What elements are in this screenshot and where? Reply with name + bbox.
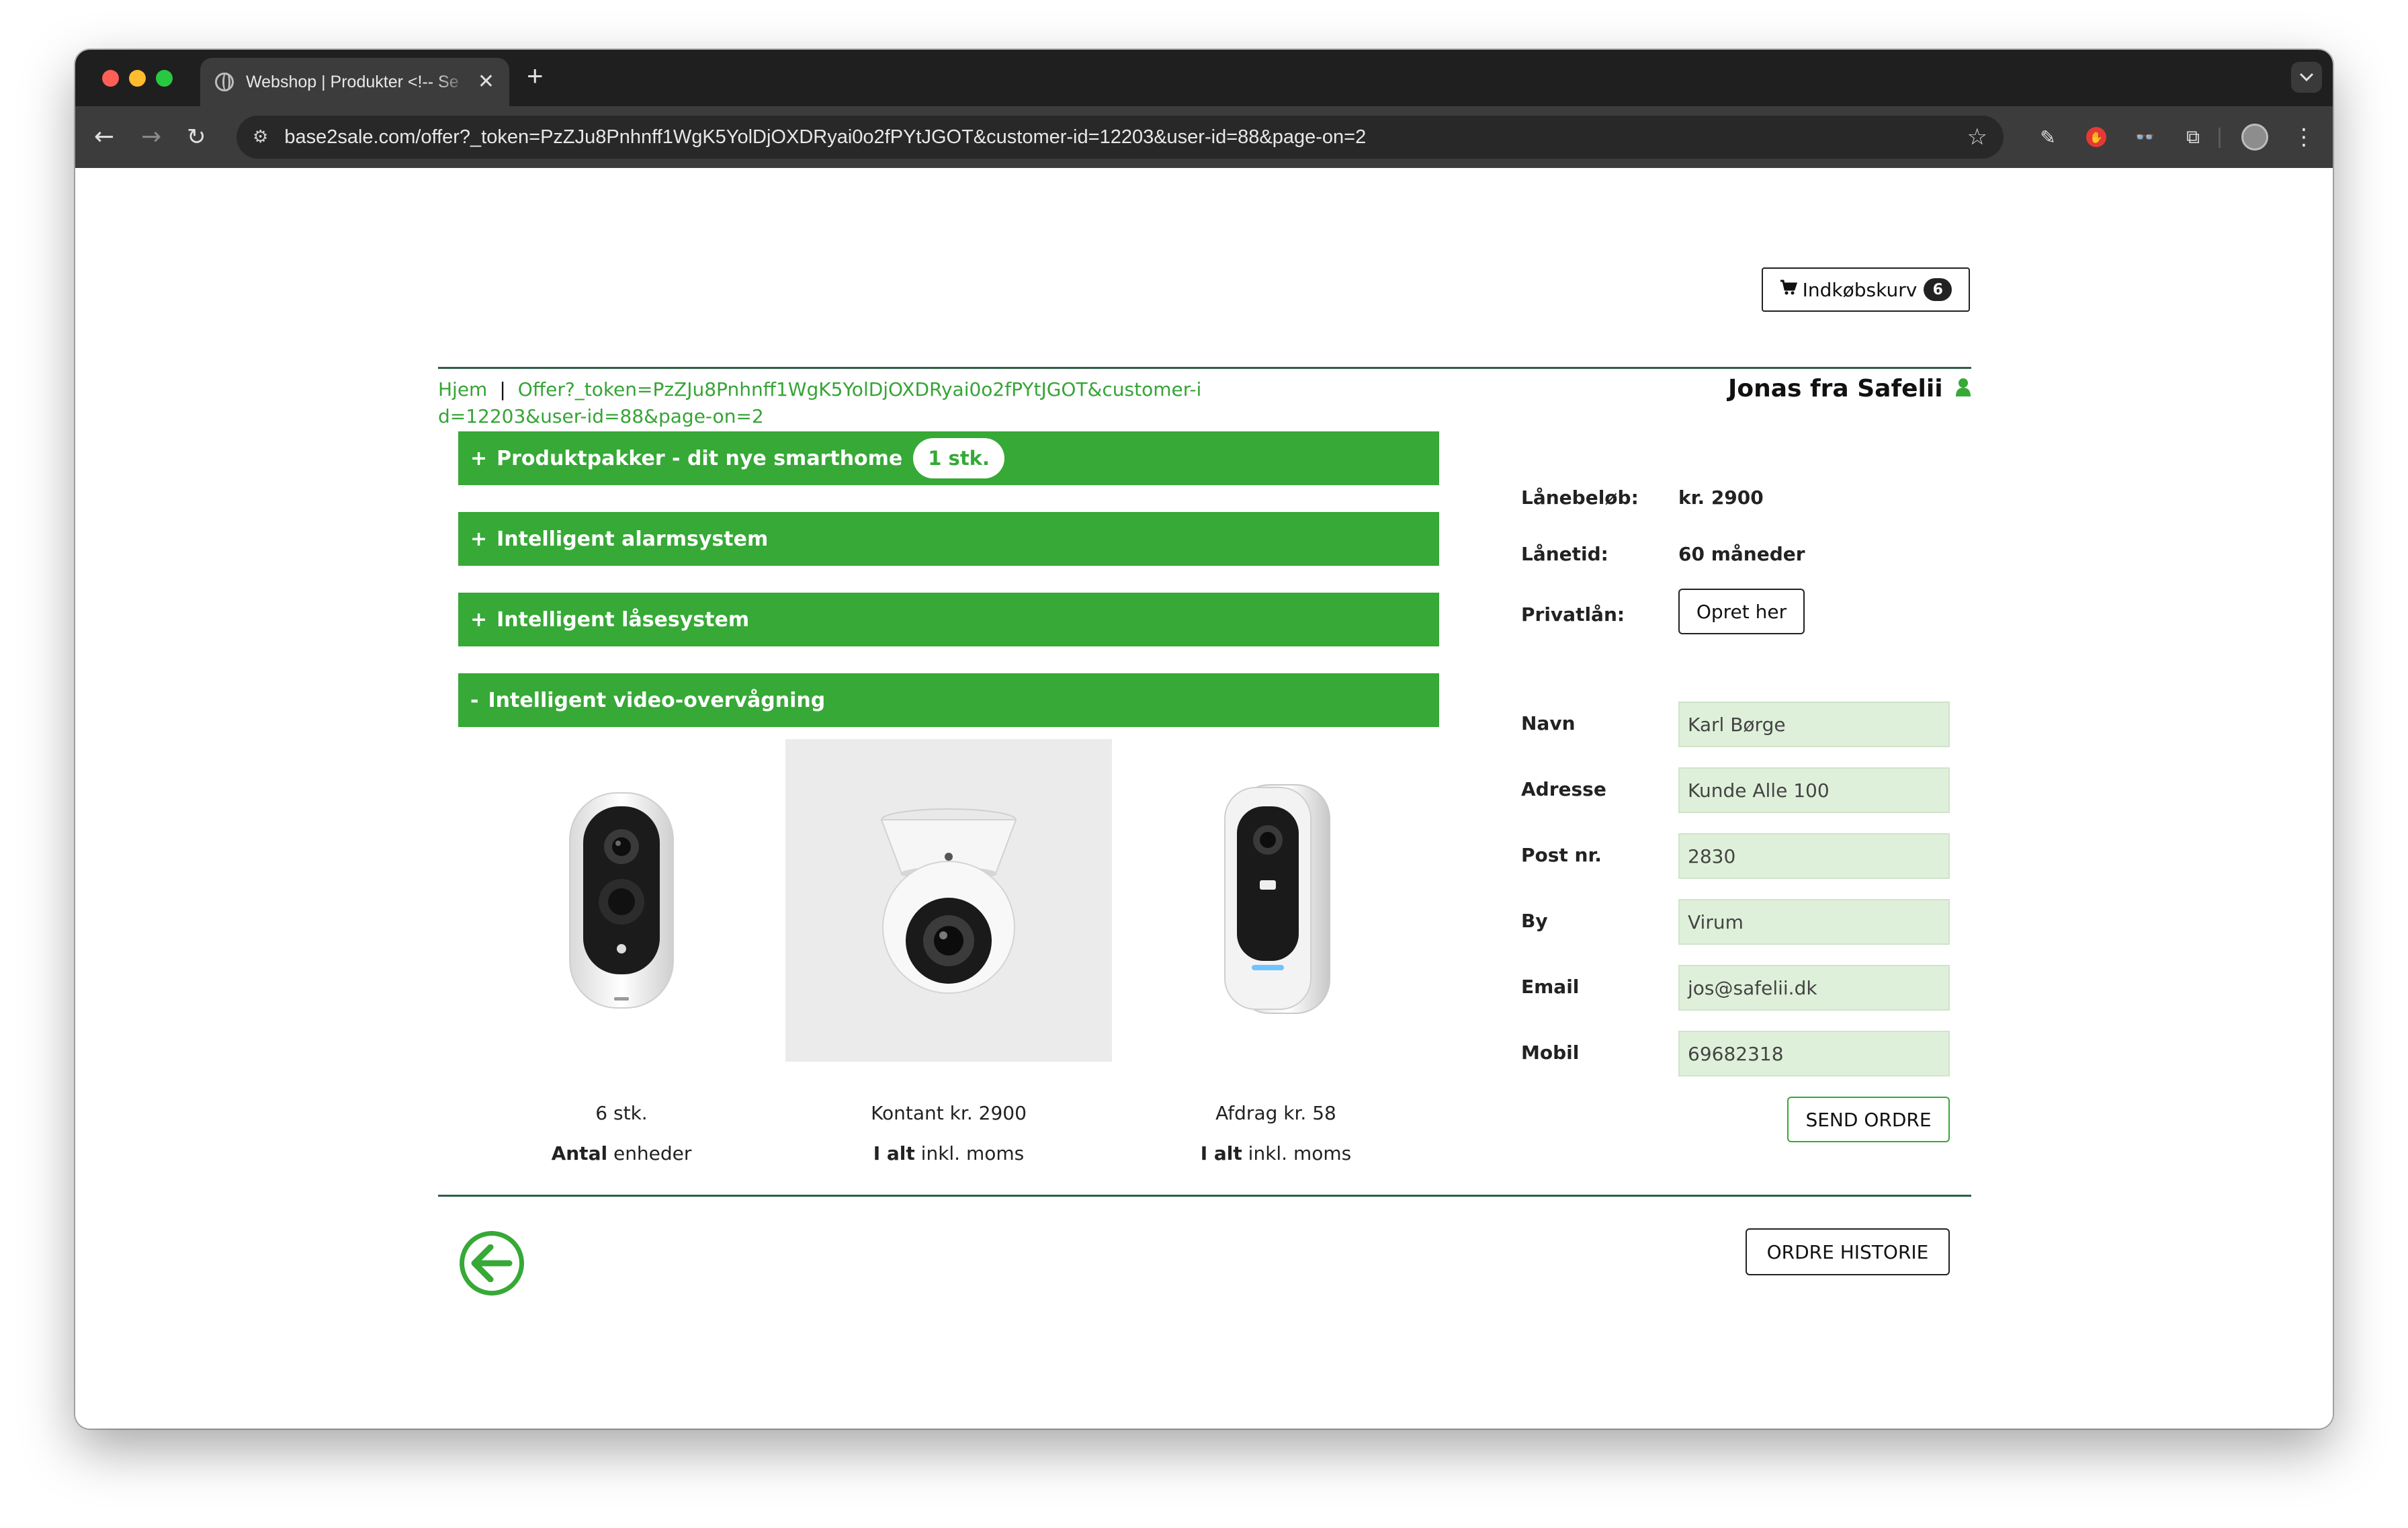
caption-rest: inkl. moms [1242,1142,1352,1164]
cash-price: Kontant kr. 2900 [871,1102,1027,1124]
quantity-badge: 1 stk. [913,438,1004,478]
tab-close-icon[interactable]: ✕ [478,72,494,92]
browser-window: Webshop | Produkter <!-- Se ✕ + ← → ↻ ⚙ … [75,50,2333,1429]
url-text[interactable]: base2sale.com/offer?_token=PzZJu8Pnhnff1… [284,126,1967,148]
category-label: Intelligent låsesystem [497,607,750,632]
puzzle-extensions-icon[interactable]: ⧉ [2181,125,2205,149]
bottom-divider [438,1195,1971,1197]
category-produktpakker[interactable]: + Produktpakker - dit nye smarthome 1 st… [458,431,1439,485]
mobile-label: Mobil [1521,1042,1580,1064]
shopping-cart-icon [1780,280,1797,300]
email-label: Email [1521,976,1580,998]
toolbar-divider [2219,128,2221,148]
breadcrumb-home-link[interactable]: Hjem [438,378,487,400]
caption-rest: inkl. moms [914,1142,1025,1164]
city-field[interactable]: Virum [1678,899,1950,945]
maximize-window-button[interactable] [156,70,173,87]
site-settings-icon[interactable]: ⚙ [253,127,268,147]
back-arrow-icon[interactable]: ← [94,121,114,153]
product-grid: 6 stk. Antal enheder Kontant kr. 2900 I … [458,739,1439,1169]
zip-label: Post nr. [1521,844,1602,866]
bookmark-star-icon[interactable]: ☆ [1967,124,1987,151]
address-label: Adresse [1521,778,1606,800]
category-label: Intelligent alarmsystem [497,527,769,551]
close-window-button[interactable] [102,70,119,87]
caption-bold: I alt [1200,1142,1242,1164]
caption-bold: Antal [551,1142,608,1164]
stop-hand-icon: ✋ [2086,127,2106,147]
webshop-page: Indkøbskurv 6 Hjem | Offer?_token=PzZJu8Pn… [75,168,2333,1429]
kebab-menu-icon[interactable]: ⋮ [2292,121,2315,153]
salesperson-name-text: Jonas fra Safelii [1727,375,1943,402]
send-order-button[interactable]: SEND ORDRE [1787,1097,1950,1142]
installment-price: Afdrag kr. 58 [1215,1102,1336,1124]
loan-term-label: Lånetid: [1521,543,1608,565]
cash-caption: I alt inkl. moms [785,1142,1112,1164]
user-icon [1948,378,1971,402]
breadcrumb-current-link[interactable]: Offer?_token=PzZJu8Pnhnff1WgK5YolDjOXDRy… [438,378,1201,427]
product-ptz-camera[interactable] [785,739,1112,1062]
category-label: Intelligent video-overvågning [488,688,826,712]
collapse-icon: - [470,688,479,712]
minimize-window-button[interactable] [129,70,146,87]
installment-caption: I alt inkl. moms [1113,1142,1439,1164]
tab-strip: Webshop | Produkter <!-- Se ✕ + [75,50,2333,106]
tab-search-button[interactable] [2291,62,2322,93]
breadcrumb: Hjem | Offer?_token=PzZJu8Pnhnff1WgK5YolDj… [438,376,1204,430]
back-button[interactable] [460,1231,524,1296]
category-alarmsystem[interactable]: + Intelligent alarmsystem [458,512,1439,566]
loan-term-value: 60 måneder [1678,543,1805,565]
expand-icon: + [470,446,488,470]
product-doorbell-camera[interactable] [1113,739,1439,1062]
cart-label: Indkøbskurv [1802,278,1918,301]
battery-camera-image [569,792,674,1009]
address-field[interactable]: Kunde Alle 100 [1678,767,1950,813]
reload-icon[interactable]: ↻ [187,121,206,153]
doorbell-camera-image [1224,784,1330,1014]
address-bar[interactable]: ⚙ base2sale.com/offer?_token=PzZJu8Pnhnf… [236,116,2004,159]
chevron-down-icon [2299,73,2314,82]
category-video-overvaagning[interactable]: - Intelligent video-overvågning [458,673,1439,727]
city-label: By [1521,910,1548,932]
order-history-button[interactable]: ORDRE HISTORIE [1746,1228,1950,1275]
arrow-left-icon [471,1244,513,1282]
units-count: 6 stk. [595,1102,648,1124]
globe-icon [215,73,234,91]
profile-avatar[interactable] [2241,124,2268,151]
create-loan-button[interactable]: Opret her [1678,589,1805,634]
forward-arrow-icon[interactable]: → [141,121,161,153]
spy-extension-icon[interactable]: 👓 [2133,125,2157,149]
cart-count-badge: 6 [1924,278,1952,301]
category-label: Produktpakker - dit nye smarthome [497,446,903,470]
top-divider [438,367,1971,369]
caption-rest: enheder [607,1142,692,1164]
eyedropper-extension-icon[interactable]: ✎ [2036,125,2060,149]
email-field[interactable]: jos@safelii.dk [1678,965,1950,1011]
breadcrumb-separator: | [499,378,506,400]
salesperson-name: Jonas fra Safelii [1728,375,1971,402]
cart-button[interactable]: Indkøbskurv 6 [1762,267,1970,312]
adblock-extension-icon[interactable]: ✋ [2084,125,2108,149]
caption-bold: I alt [873,1142,915,1164]
expand-icon: + [470,527,488,551]
tab-title: Webshop | Produkter <!-- Se [246,72,459,91]
private-loan-label: Privatlån: [1521,603,1625,626]
product-battery-camera[interactable] [458,739,785,1062]
browser-toolbar: ← → ↻ ⚙ base2sale.com/offer?_token=PzZJu… [75,106,2333,168]
loan-amount-value: kr. 2900 [1678,486,1764,509]
expand-icon: + [470,607,488,632]
zip-field[interactable]: 2830 [1678,833,1950,879]
mobile-field[interactable]: 69682318 [1678,1031,1950,1076]
name-label: Navn [1521,712,1576,734]
category-laasesystem[interactable]: + Intelligent låsesystem [458,593,1439,646]
units-caption: Antal enheder [458,1142,785,1164]
name-field[interactable]: Karl Børge [1678,702,1950,747]
ptz-camera-image [880,808,1017,994]
new-tab-button[interactable]: + [527,62,544,90]
loan-amount-label: Lånebeløb: [1521,486,1639,509]
browser-tab[interactable]: Webshop | Produkter <!-- Se ✕ [200,58,509,106]
